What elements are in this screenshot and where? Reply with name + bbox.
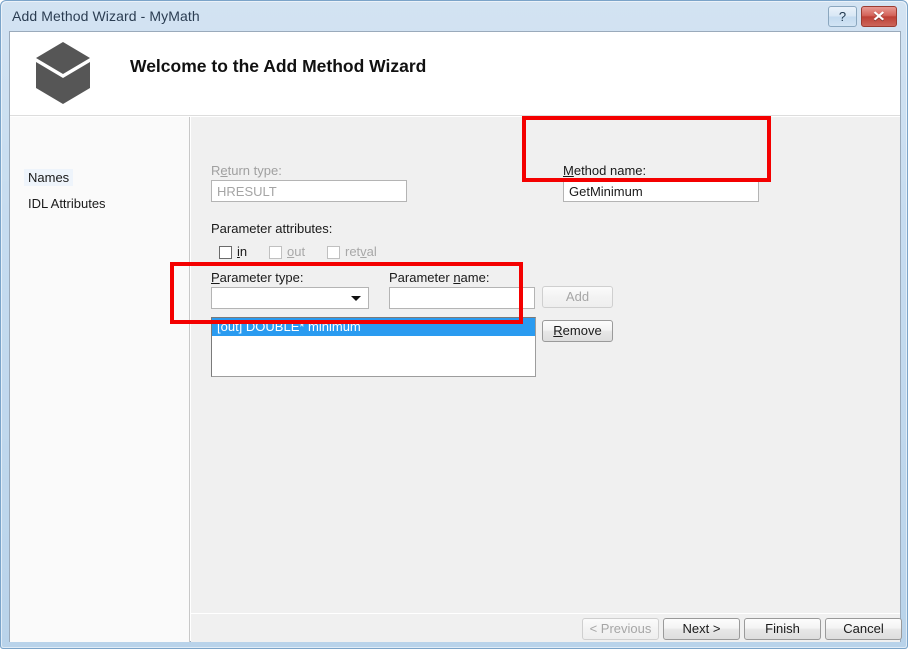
checkbox-out-label: out	[287, 244, 306, 259]
method-name-input[interactable]: GetMinimum	[563, 180, 759, 202]
return-type-label: Return type:	[211, 163, 282, 178]
remove-button-label: Remove	[553, 323, 602, 338]
checkbox-in-box[interactable]	[219, 246, 232, 259]
close-button[interactable]: ✕	[861, 6, 897, 27]
checkbox-out-box	[269, 246, 282, 259]
wizard-main-pane: Return type: HRESULT Method name: GetMin…	[191, 117, 900, 613]
sidebar-item-names[interactable]: Names	[24, 169, 74, 186]
cancel-button[interactable]: Cancel	[825, 618, 902, 640]
parameter-name-input[interactable]	[389, 287, 535, 309]
wizard-window: Add Method Wizard - MyMath ? ✕ Welcome t…	[0, 0, 908, 649]
cube-icon	[36, 42, 90, 104]
parameter-attributes-label: Parameter attributes:	[211, 221, 333, 236]
sidebar-item-label: Names	[28, 170, 70, 185]
wizard-header: Welcome to the Add Method Wizard	[10, 32, 900, 116]
parameter-type-combo[interactable]	[211, 287, 369, 309]
help-button[interactable]: ?	[828, 6, 857, 27]
wizard-steps-sidebar: Names IDL Attributes	[10, 117, 190, 642]
wizard-footer: < Previous Next > Finish Cancel	[191, 613, 902, 642]
client-area: Welcome to the Add Method Wizard Names I…	[9, 31, 902, 642]
parameter-list[interactable]: [out] DOUBLE* minimum	[211, 317, 536, 377]
sidebar-item-idl-attributes[interactable]: IDL Attributes	[24, 195, 110, 212]
sidebar-item-label: IDL Attributes	[28, 196, 106, 211]
return-type-input: HRESULT	[211, 180, 407, 202]
remove-button[interactable]: Remove	[542, 320, 613, 342]
add-button: Add	[542, 286, 613, 308]
question-mark-icon: ?	[838, 9, 847, 24]
next-button[interactable]: Next >	[663, 618, 740, 640]
window-title: Add Method Wizard - MyMath	[12, 8, 200, 24]
parameter-name-label: Parameter name:	[389, 270, 490, 285]
previous-button: < Previous	[582, 618, 659, 640]
finish-button[interactable]: Finish	[744, 618, 821, 640]
close-icon: ✕	[872, 8, 886, 24]
method-name-label: Method name:	[563, 163, 647, 178]
checkbox-retval-box	[327, 246, 340, 259]
parameter-type-label: Parameter type:	[211, 270, 304, 285]
chevron-down-icon	[351, 296, 361, 301]
list-item[interactable]: [out] DOUBLE* minimum	[212, 318, 535, 336]
checkbox-retval-label: retval	[345, 244, 377, 259]
checkbox-in-label: in	[237, 244, 248, 259]
title-bar: Add Method Wizard - MyMath ? ✕	[1, 1, 908, 31]
page-title: Welcome to the Add Method Wizard	[130, 56, 427, 76]
